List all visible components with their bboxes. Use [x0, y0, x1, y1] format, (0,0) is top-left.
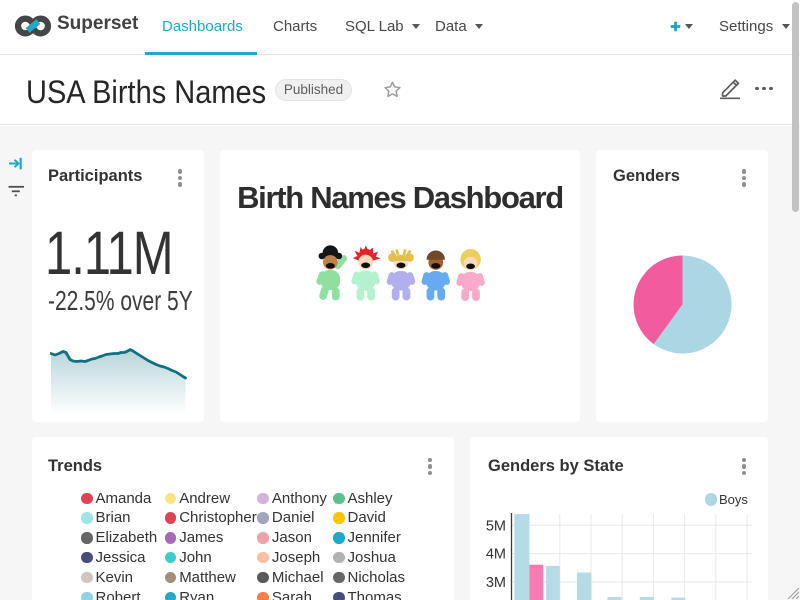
- svg-text:5M: 5M: [486, 518, 506, 534]
- svg-text:4M: 4M: [486, 547, 506, 563]
- svg-text:3M: 3M: [486, 575, 506, 591]
